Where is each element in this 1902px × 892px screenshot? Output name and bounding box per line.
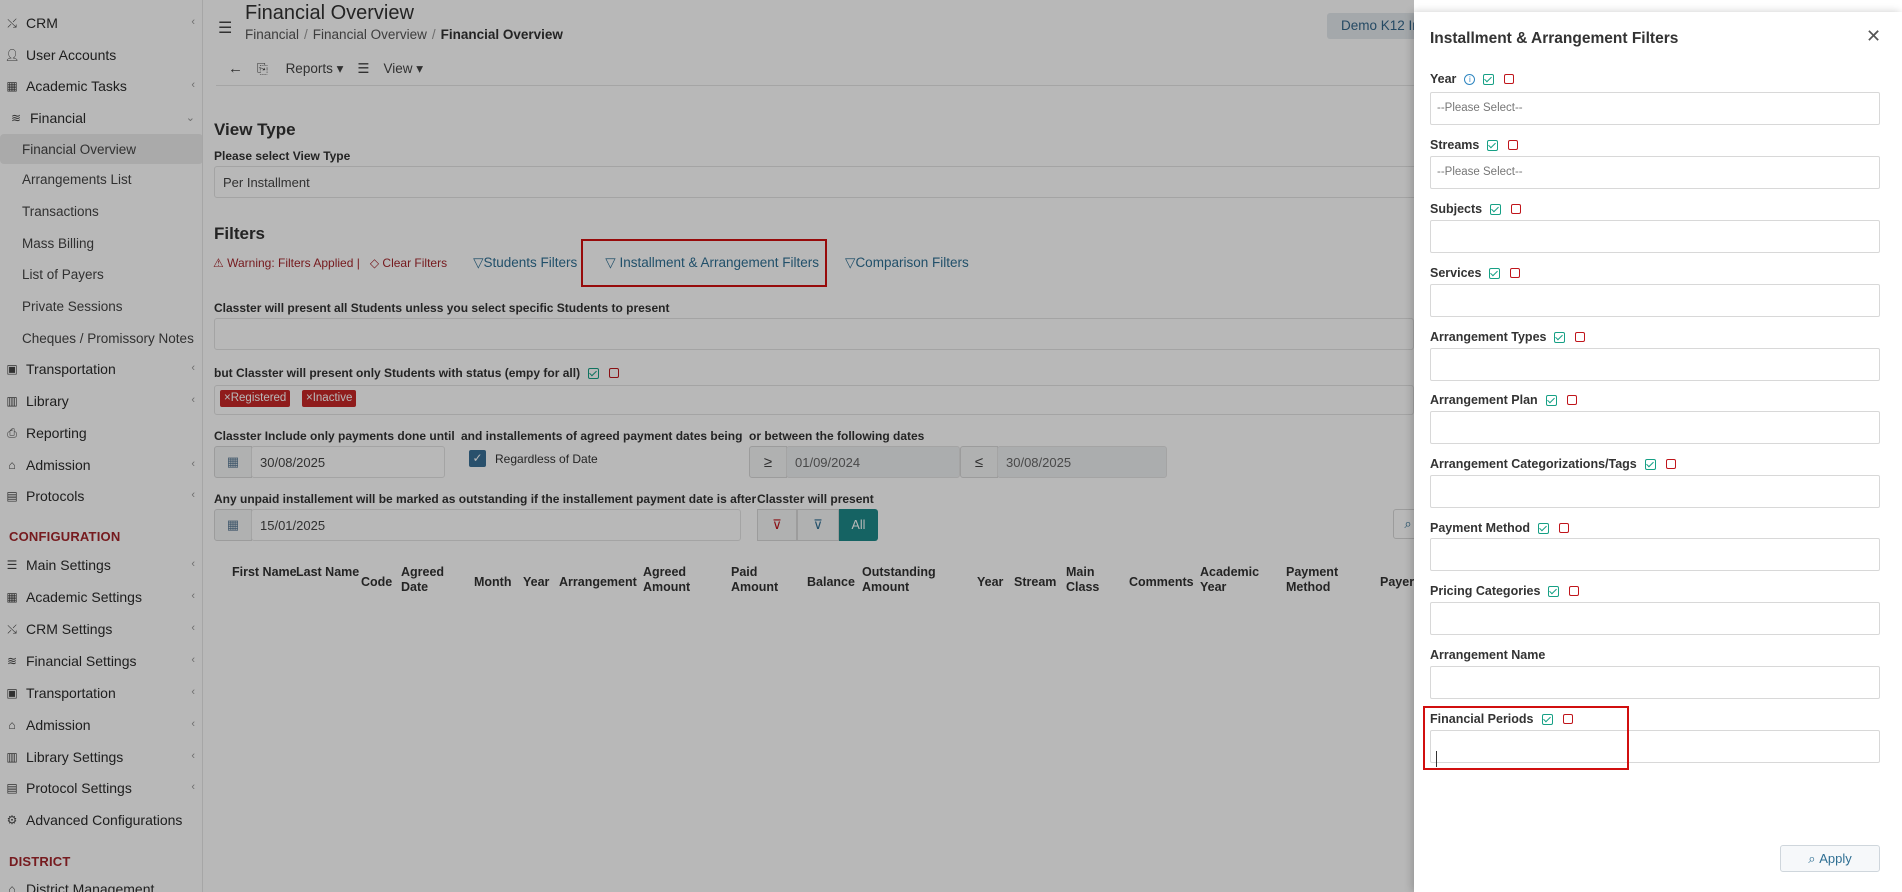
- services-select[interactable]: [1430, 284, 1880, 317]
- select-all-check-icon[interactable]: [1489, 267, 1501, 279]
- subjects-select[interactable]: [1430, 220, 1880, 253]
- select-all-check-icon[interactable]: [1487, 139, 1499, 151]
- select-all-check-icon[interactable]: [1545, 394, 1557, 406]
- installment-filters-panel: Installment & Arrangement Filters ✕ Year…: [1414, 12, 1902, 892]
- clear-all-check-icon[interactable]: [1566, 395, 1577, 405]
- field-label-text: Arrangement Categorizations/Tags: [1430, 457, 1637, 471]
- arrangement-plan-select[interactable]: [1430, 411, 1880, 444]
- clear-all-check-icon[interactable]: [1504, 74, 1515, 84]
- search-icon: ⌕: [1808, 850, 1816, 866]
- apply-label: Apply: [1819, 851, 1852, 866]
- clear-all-check-icon[interactable]: [1665, 459, 1676, 469]
- field-label-text: Subjects: [1430, 202, 1483, 216]
- clear-all-check-icon[interactable]: [1575, 332, 1586, 342]
- field-label-arrangement-types: Arrangement Types: [1430, 330, 1586, 344]
- clear-all-check-icon[interactable]: [1510, 268, 1521, 278]
- highlight-financial-periods: [1423, 706, 1629, 770]
- field-label-payment-method: Payment Method: [1430, 521, 1570, 535]
- select-all-check-icon[interactable]: [1490, 203, 1502, 215]
- select-all-check-icon[interactable]: [1483, 73, 1495, 85]
- field-label-text: Arrangement Plan: [1430, 393, 1538, 407]
- apply-button[interactable]: ⌕ Apply: [1780, 845, 1880, 872]
- year-select[interactable]: --Please Select--: [1430, 92, 1880, 125]
- field-label-text: Payment Method: [1430, 521, 1531, 535]
- field-label-pricing-categories: Pricing Categories: [1430, 584, 1580, 598]
- streams-select[interactable]: --Please Select--: [1430, 156, 1880, 189]
- field-label-text: Pricing Categories: [1430, 584, 1541, 598]
- arrangement-types-select[interactable]: [1430, 348, 1880, 381]
- field-label-text: Year: [1430, 72, 1457, 86]
- field-label-text: Arrangement Types: [1430, 330, 1547, 344]
- select-all-check-icon[interactable]: [1538, 522, 1550, 534]
- field-label-arrangement-categorizations: Arrangement Categorizations/Tags: [1430, 457, 1676, 471]
- field-label-text: Streams: [1430, 138, 1480, 152]
- payment-method-select[interactable]: [1430, 538, 1880, 571]
- clear-all-check-icon[interactable]: [1511, 204, 1522, 214]
- clear-all-check-icon[interactable]: [1559, 523, 1570, 533]
- field-label-text: Services: [1430, 266, 1482, 280]
- arrangement-categorizations-select[interactable]: [1430, 475, 1880, 508]
- field-label-subjects: Subjects: [1430, 202, 1522, 216]
- field-label-streams: Streams: [1430, 138, 1519, 152]
- clear-all-check-icon[interactable]: [1569, 586, 1580, 596]
- modal-backdrop[interactable]: [0, 0, 1414, 892]
- field-label-arrangement-name: Arrangement Name: [1430, 648, 1545, 662]
- select-all-check-icon[interactable]: [1554, 331, 1566, 343]
- field-label-services: Services: [1430, 266, 1521, 280]
- panel-title: Installment & Arrangement Filters: [1430, 30, 1679, 47]
- select-all-check-icon[interactable]: [1644, 458, 1656, 470]
- info-icon[interactable]: i: [1464, 73, 1476, 85]
- select-all-check-icon[interactable]: [1548, 585, 1560, 597]
- field-label-year: Year i: [1430, 72, 1515, 86]
- clear-all-check-icon[interactable]: [1508, 140, 1519, 150]
- pricing-categories-select[interactable]: [1430, 602, 1880, 635]
- field-label-text: Arrangement Name: [1430, 648, 1546, 662]
- arrangement-name-input[interactable]: [1430, 666, 1880, 699]
- close-icon[interactable]: ✕: [1866, 26, 1881, 47]
- field-label-arrangement-plan: Arrangement Plan: [1430, 393, 1577, 407]
